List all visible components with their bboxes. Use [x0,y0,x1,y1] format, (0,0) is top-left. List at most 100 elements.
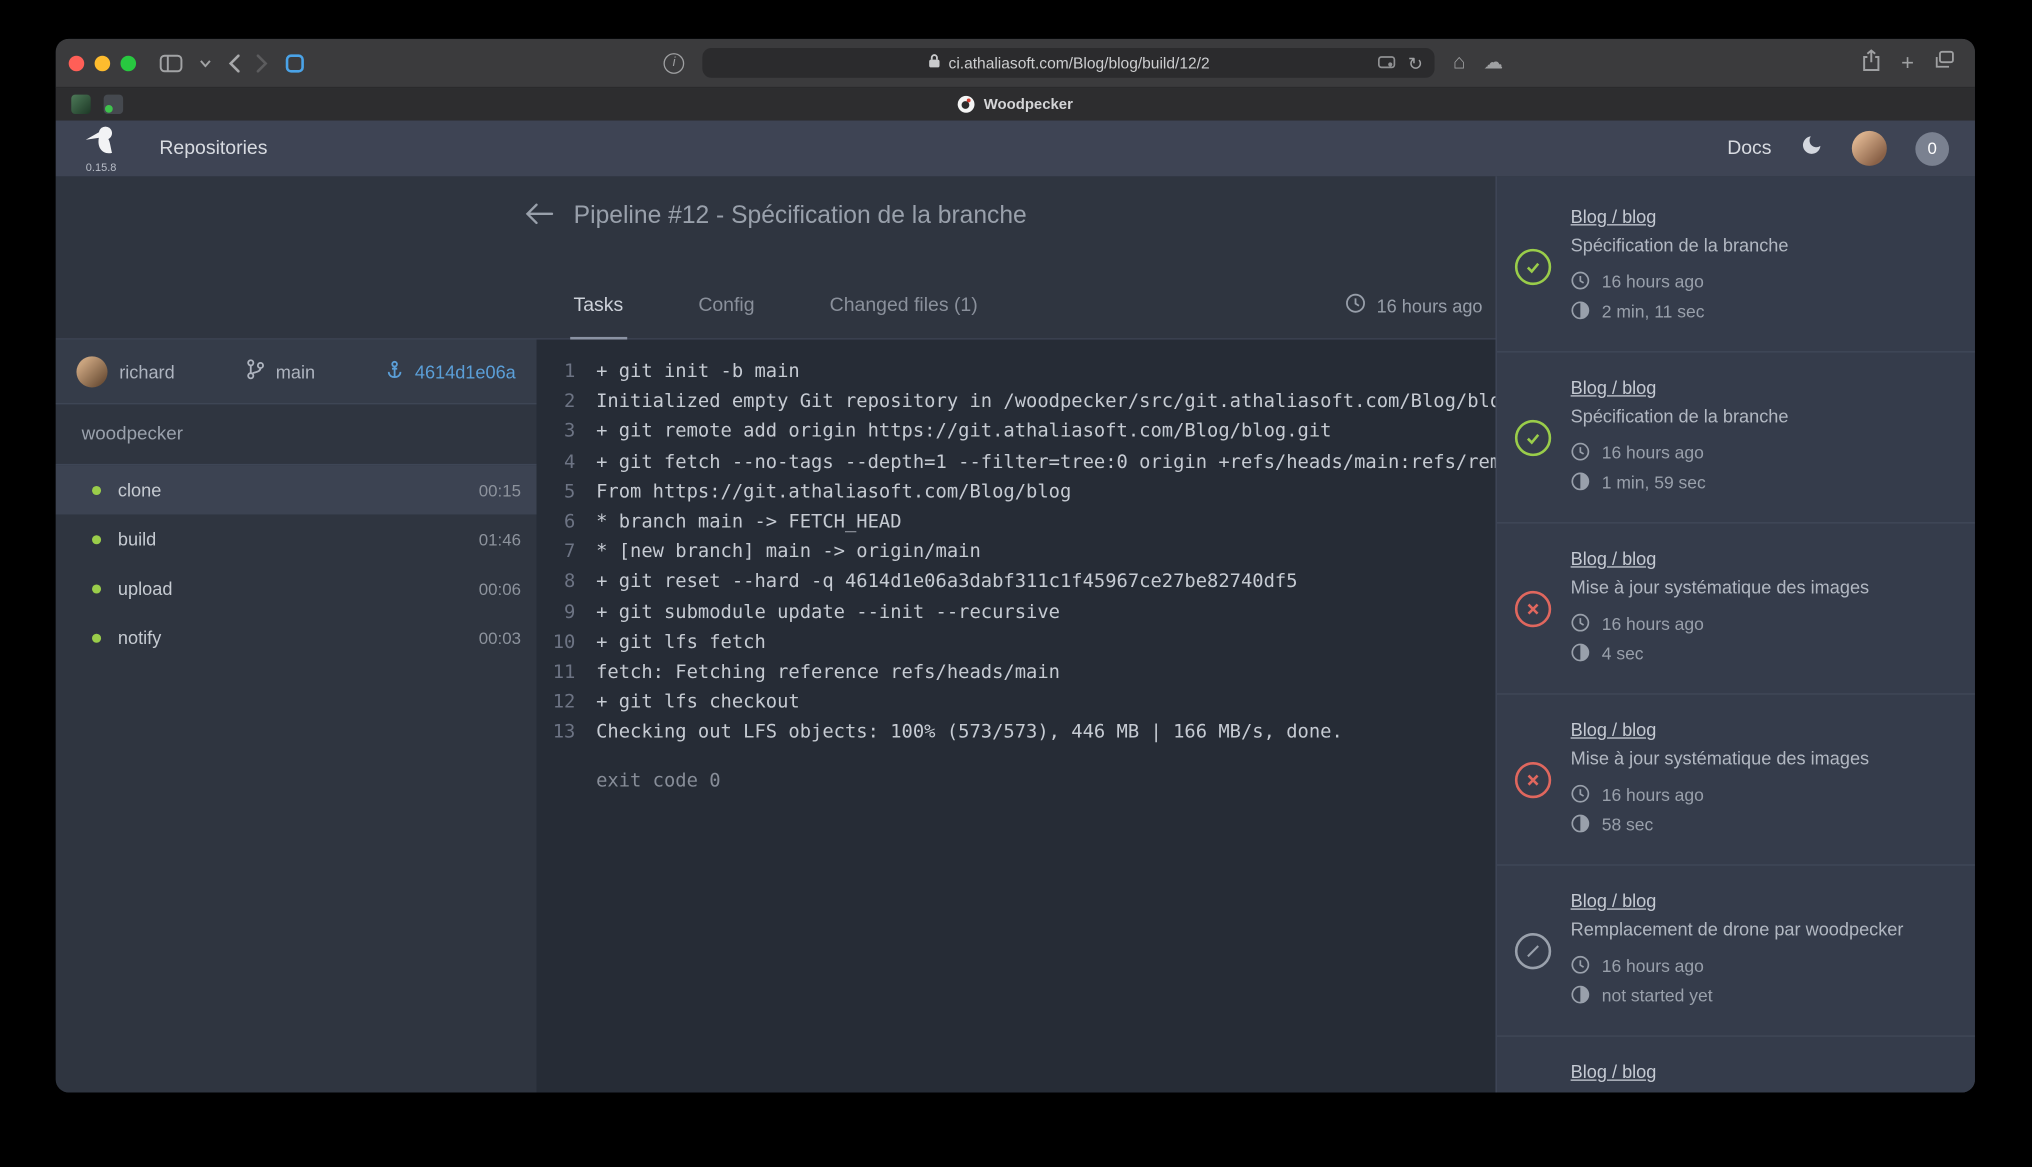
desktop: i ci.athaliasoft.com/Blog/blog/build/12/… [0,0,2032,1167]
pipeline-card[interactable]: Blog / blog Mise à jour systématique des… [1497,695,1975,866]
build-time: 16 hours ago [1602,443,1704,462]
lock-icon [928,53,941,72]
duration-icon [1571,642,1590,665]
dark-mode-moon-icon[interactable] [1800,133,1823,163]
nav-docs[interactable]: Docs [1727,137,1771,159]
repo-link[interactable]: Blog / blog [1571,719,1869,741]
active-browser-tab[interactable]: Woodpecker [958,96,1073,113]
commit-link[interactable]: 4614d1e06a [415,361,516,382]
step-status-dot [92,633,101,642]
zoom-window-button[interactable] [121,55,137,71]
minimize-window-button[interactable] [95,55,111,71]
log-line: 5From https://git.athaliasoft.com/Blog/b… [537,478,1496,508]
address-bar[interactable]: ci.athaliasoft.com/Blog/blog/build/12/2 … [703,48,1435,78]
user-avatar[interactable] [1852,131,1887,166]
tab-tasks[interactable]: Tasks [570,294,627,339]
build-duration: not started yet [1602,986,1713,1005]
duration-icon [1571,813,1590,836]
repo-link[interactable]: Blog / blog [1571,1061,1657,1083]
log-line: 13Checking out LFS objects: 100% (573/57… [537,718,1496,748]
back-icon[interactable] [228,54,240,72]
chevron-down-icon[interactable] [200,59,212,67]
browser-window: i ci.athaliasoft.com/Blog/blog/build/12/… [56,39,1975,1093]
pipeline-card[interactable]: Blog / blog [1497,1037,1975,1093]
notification-badge[interactable]: 0 [1915,132,1949,166]
url-text: ci.athaliasoft.com/Blog/blog/build/12/2 [949,54,1210,72]
clock-icon [1571,441,1590,464]
tab-overview-icon[interactable] [1935,51,1954,76]
duration-icon [1571,471,1590,494]
step-notify[interactable]: notify 00:03 [56,613,537,662]
author-avatar [76,356,107,387]
repo-link[interactable]: Blog / blog [1571,548,1869,570]
browser-tab-title: Woodpecker [984,97,1073,113]
woodpecker-favicon [958,96,975,113]
log-line: 8+ git reset --hard -q 4614d1e06a3dabf31… [537,568,1496,598]
step-clone[interactable]: clone 00:15 [56,465,537,514]
commit-message: Remplacement de drone par woodpecker [1571,919,1904,941]
steps-panel: richard main [56,340,537,1093]
step-name: notify [118,627,161,648]
workflow-group-label: woodpecker [56,404,537,465]
clock-icon [1571,783,1590,806]
sidebar-toggle-icon[interactable] [159,54,182,72]
repo-link[interactable]: Blog / blog [1571,377,1789,399]
commit-icon [386,360,403,383]
page-info-icon[interactable]: i [664,52,685,73]
step-duration: 00:06 [479,579,521,598]
tab-changed-files[interactable]: Changed files (1) [826,294,982,338]
tab-config[interactable]: Config [694,294,758,338]
repo-link[interactable]: Blog / blog [1571,206,1789,228]
notification-dot [105,105,113,113]
step-status-dot [92,584,101,593]
pipeline-card[interactable]: Blog / blog Spécification de la branche … [1497,181,1975,352]
repo-link[interactable]: Blog / blog [1571,890,1904,912]
new-tab-icon[interactable]: + [1901,52,1914,74]
pipelines-sidebar[interactable]: Blog / blog Spécification de la branche … [1495,176,1974,1092]
pipeline-tabs: Tasks Config Changed files (1) 16 hours … [56,257,1496,340]
step-upload[interactable]: upload 00:06 [56,564,537,613]
pipeline-card[interactable]: Blog / blog Remplacement de drone par wo… [1497,866,1975,1037]
app-header: 0.15.8 Repositories Docs 0 [56,121,1975,177]
pipeline-card[interactable]: Blog / blog Spécification de la branche … [1497,352,1975,523]
status-skipped-icon [1515,932,1551,968]
forward-icon[interactable] [257,54,269,72]
cloud-tabs-icon[interactable]: ☁ [1484,53,1503,72]
woodpecker-logo[interactable]: 0.15.8 [82,124,121,173]
page-badge-icon[interactable] [1378,54,1396,72]
build-duration: 4 sec [1602,644,1644,663]
step-status-dot [92,535,101,544]
log-line: 10+ git lfs fetch [537,628,1496,658]
log-line: 1+ git init -b main [537,358,1496,388]
pipeline-main: Pipeline #12 - Spécification de la branc… [56,176,1496,1092]
close-window-button[interactable] [69,55,85,71]
clock-icon [1571,954,1590,977]
pinned-tab-1[interactable] [71,95,90,114]
step-build[interactable]: build 01:46 [56,514,537,563]
build-duration: 2 min, 11 sec [1602,302,1705,321]
build-time: 16 hours ago [1602,272,1704,291]
pipeline-card[interactable]: Blog / blog Mise à jour systématique des… [1497,524,1975,695]
log-line: 7* [new branch] main -> origin/main [537,538,1496,568]
share-icon[interactable] [1862,49,1880,78]
branch-icon [246,359,264,384]
pinned-tab-2[interactable] [104,95,123,114]
home-icon[interactable]: ⌂ [1453,52,1466,73]
step-name: clone [118,479,161,500]
back-arrow-icon[interactable] [524,203,553,230]
tab-strip: Woodpecker [56,88,1975,120]
log-line: 3+ git remote add origin https://git.ath… [537,418,1496,448]
browser-titlebar: i ci.athaliasoft.com/Blog/blog/build/12/… [56,39,1975,88]
reload-icon[interactable]: ↻ [1408,54,1423,72]
step-name: upload [118,578,172,599]
author-name: richard [119,361,174,382]
build-duration: 1 min, 59 sec [1602,473,1706,492]
commit-message [1571,1090,1657,1093]
log-line: 11fetch: Fetching reference refs/heads/m… [537,658,1496,688]
status-success-icon [1515,419,1551,455]
nav-repositories[interactable]: Repositories [159,137,267,159]
pipeline-time-ago: 16 hours ago [1377,295,1483,316]
log-line: 12+ git lfs checkout [537,688,1496,718]
web-app-icon[interactable] [285,52,304,73]
log-output[interactable]: 1+ git init -b main 2Initialized empty G… [537,340,1496,1093]
